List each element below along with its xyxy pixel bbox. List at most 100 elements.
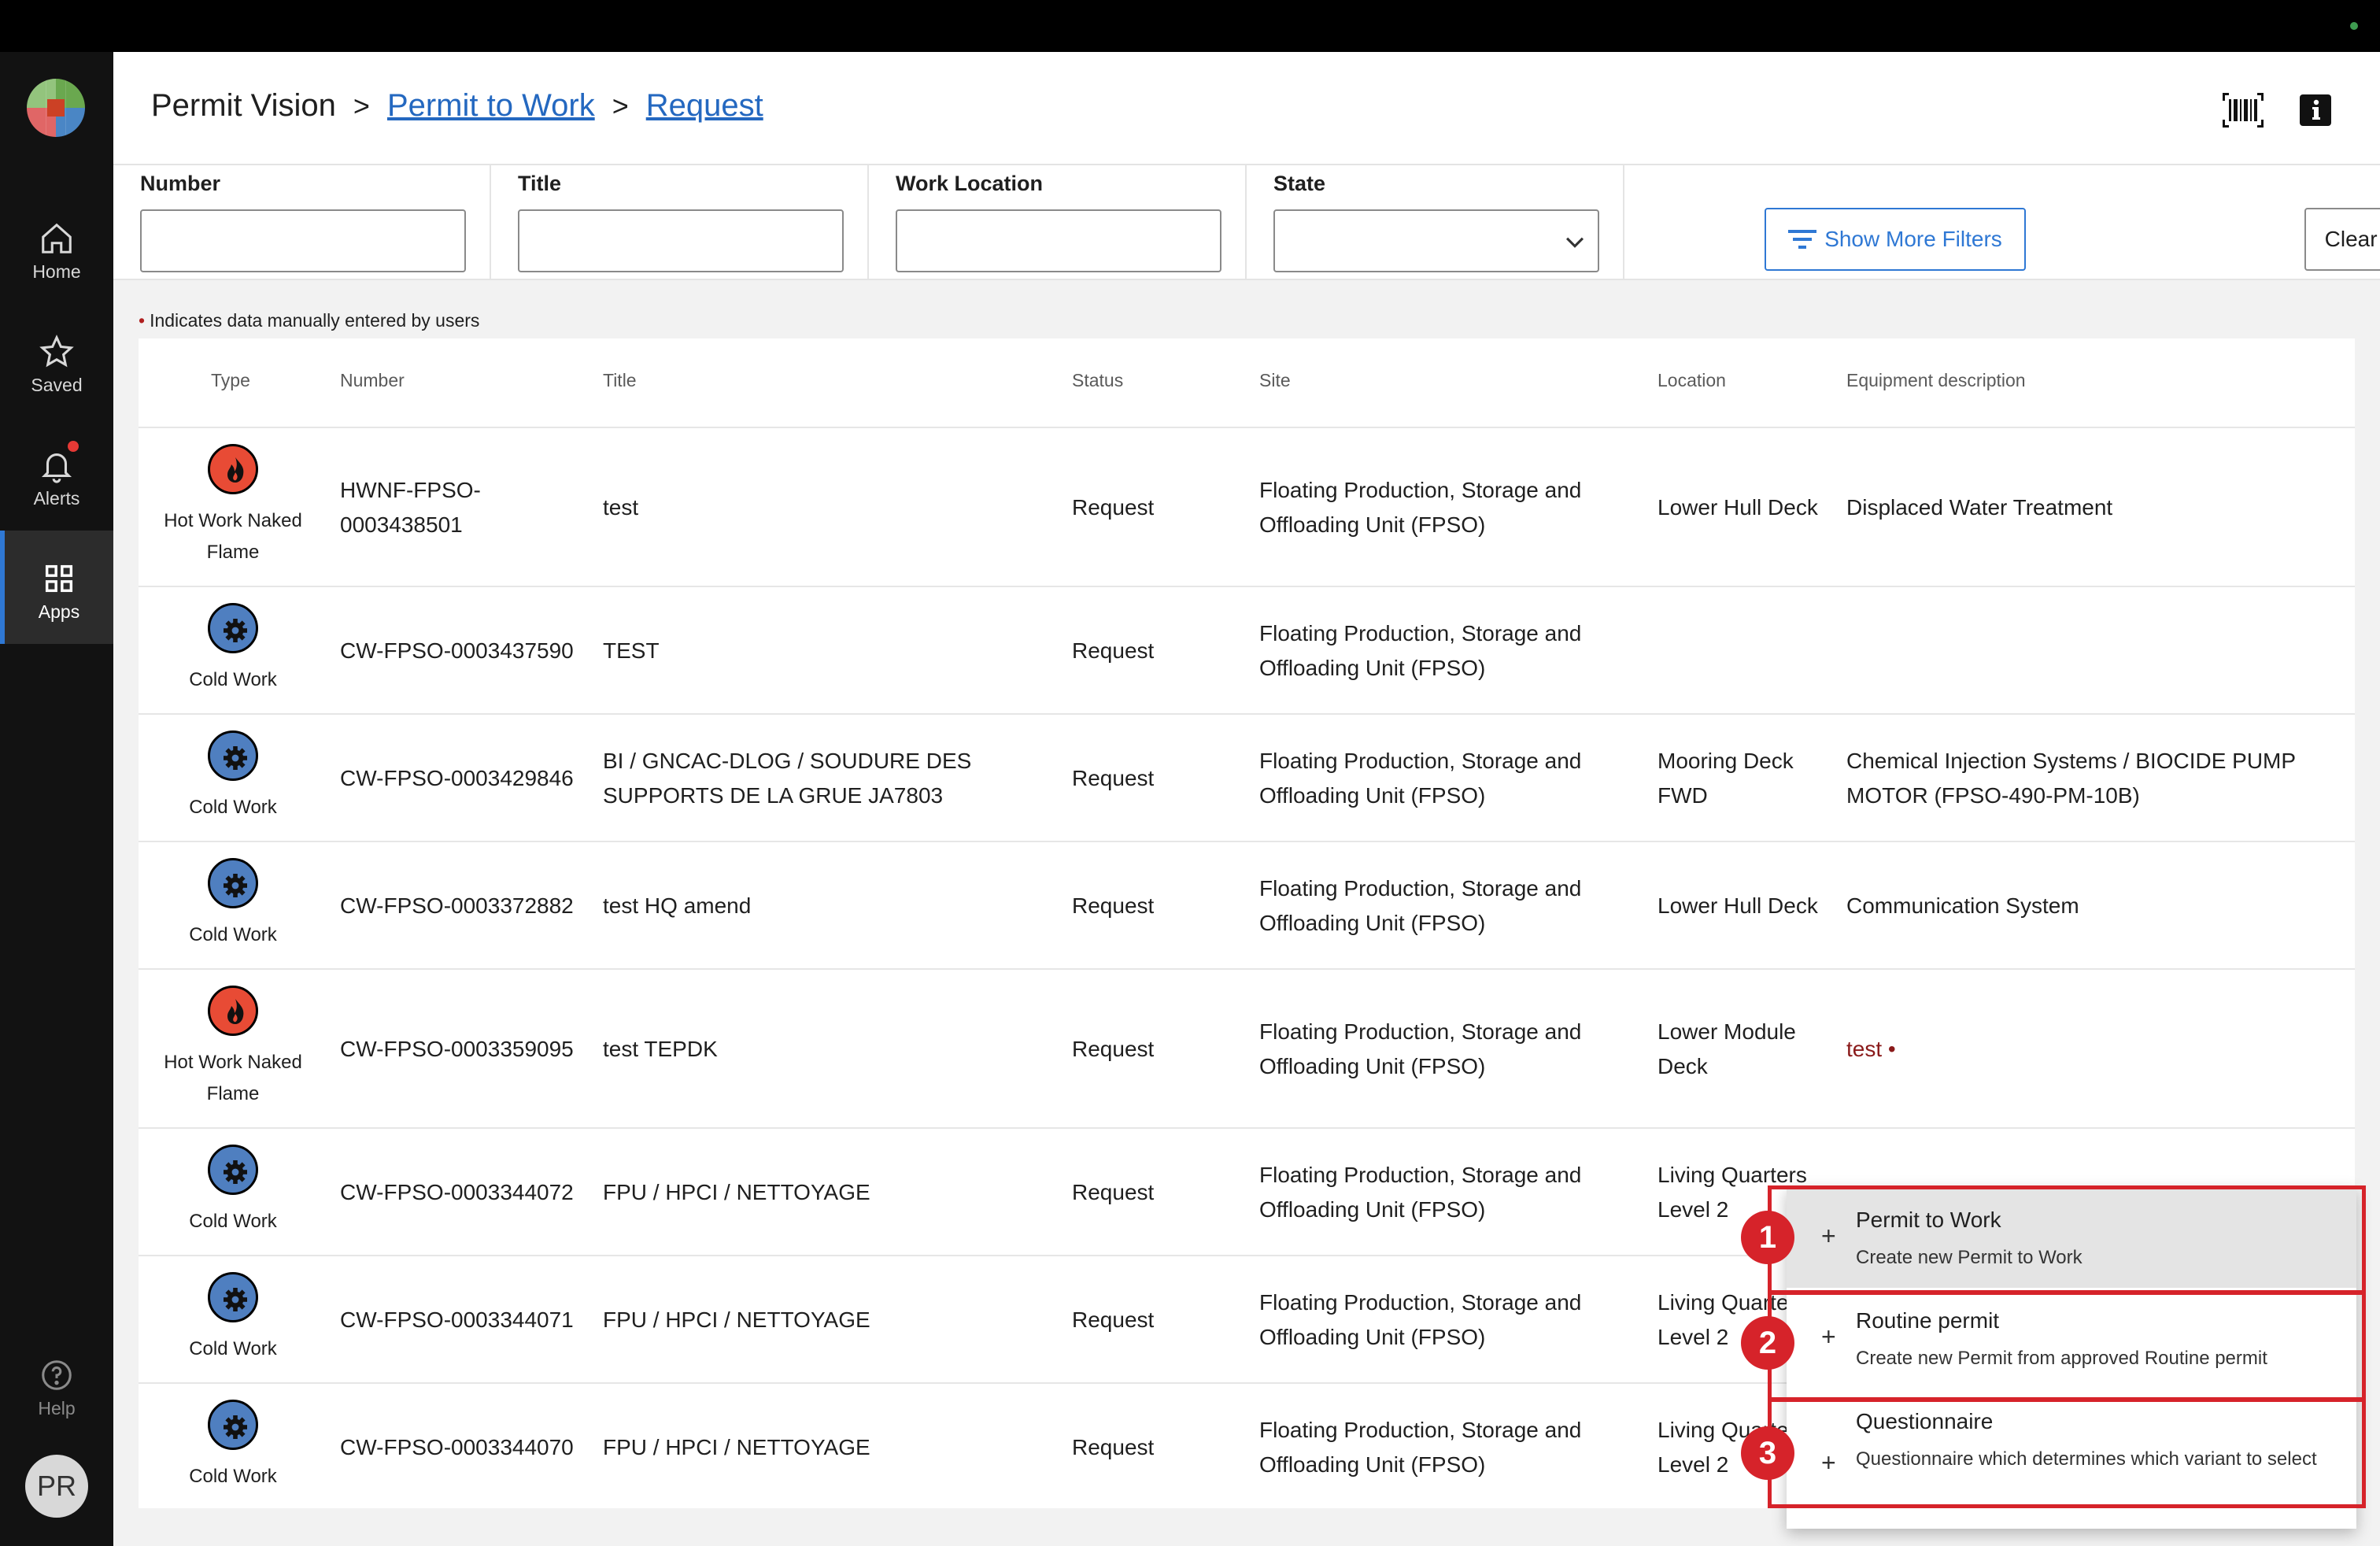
column-header-equipment[interactable]: Equipment description <box>1846 370 2026 391</box>
gear-icon <box>208 1272 258 1322</box>
number-cell: CW-FPSO-0003344071 <box>340 1285 584 1355</box>
annotation-badge-2: 2 <box>1741 1316 1794 1370</box>
nav-saved[interactable]: Saved <box>0 304 113 417</box>
column-header-location[interactable]: Location <box>1658 370 1726 391</box>
home-icon <box>42 223 72 253</box>
table-row[interactable]: Cold Work CW-FPSO-0003429846 BI / GNCAC-D… <box>139 715 2355 842</box>
location-cell-text: Mooring Deck FWD <box>1658 749 1794 808</box>
show-more-filters-button[interactable]: Show More Filters <box>1765 208 2026 271</box>
site-cell-text: Floating Production, Storage and Offload… <box>1259 1290 1582 1349</box>
avatar[interactable]: PR <box>25 1455 88 1518</box>
type-cell: Cold Work <box>139 1145 327 1237</box>
work-location-input[interactable] <box>896 209 1221 272</box>
breadcrumb-separator: > <box>612 89 629 122</box>
status-cell-text: Request <box>1072 495 1155 520</box>
equipment-cell: test • <box>1846 1015 2334 1084</box>
number-cell: CW-FPSO-0003372882 <box>340 871 584 941</box>
number-cell: HWNF-FPSO-0003438501 <box>340 473 584 542</box>
table-row[interactable]: Hot Work Naked Flame CW-FPSO-0003359095 t… <box>139 970 2355 1129</box>
type-label: Hot Work Naked Flame <box>164 510 302 563</box>
alert-dot <box>68 441 79 452</box>
location-cell <box>1658 616 1831 686</box>
state-select[interactable] <box>1273 209 1599 272</box>
annotation-box-2 <box>1768 1291 2366 1401</box>
status-cell: Request <box>1072 473 1229 542</box>
app-logo[interactable] <box>27 79 85 137</box>
location-cell: Mooring Deck FWD <box>1658 744 1831 813</box>
breadcrumb-permit-to-work[interactable]: Permit to Work <box>387 88 595 124</box>
annotation-box-3 <box>1768 1398 2366 1508</box>
site-cell-text: Floating Production, Storage and Offload… <box>1259 621 1582 680</box>
nav-help-label: Help <box>38 1398 76 1418</box>
column-header-site[interactable]: Site <box>1259 370 1291 391</box>
title-cell: test <box>603 473 1044 542</box>
nav-apps[interactable]: Apps <box>0 531 113 644</box>
title-cell-text: FPU / HPCI / NETTOYAGE <box>603 1307 870 1332</box>
device-status-bar <box>0 0 2380 52</box>
number-cell: CW-FPSO-0003344072 <box>340 1158 584 1227</box>
status-cell: Request <box>1072 1285 1229 1355</box>
breadcrumb-request[interactable]: Request <box>646 88 763 124</box>
status-cell: Request <box>1072 1158 1229 1227</box>
title-cell: FPU / HPCI / NETTOYAGE <box>603 1158 1044 1227</box>
clear-search-button[interactable]: Clear search <box>2304 208 2380 271</box>
state-filter-label: State <box>1273 172 1326 195</box>
number-cell-text: CW-FPSO-0003359095 <box>340 1037 574 1061</box>
nav-help[interactable]: Help <box>0 1327 113 1441</box>
column-header-status[interactable]: Status <box>1072 370 1123 391</box>
show-more-filters-label: Show More Filters <box>1824 227 2002 251</box>
gear-icon <box>208 858 258 908</box>
bell-icon <box>41 453 72 483</box>
nav-home[interactable]: Home <box>0 190 113 304</box>
type-label: Hot Work Naked Flame <box>164 1052 302 1104</box>
title-cell-text: test HQ amend <box>603 893 752 918</box>
site-cell: Floating Production, Storage and Offload… <box>1259 744 1621 813</box>
number-cell-text: CW-FPSO-0003344071 <box>340 1307 574 1332</box>
title-cell-text: BI / GNCAC-DLOG / SOUDURE DES SUPPORTS D… <box>603 749 972 808</box>
info-button[interactable] <box>2295 90 2336 131</box>
site-cell-text: Floating Production, Storage and Offload… <box>1259 1163 1582 1222</box>
equipment-cell <box>1846 616 2334 686</box>
column-header-number[interactable]: Number <box>340 370 405 391</box>
site-cell-text: Floating Production, Storage and Offload… <box>1259 1418 1582 1477</box>
manual-entry-legend: • Indicates data manually entered by user… <box>139 310 479 331</box>
title-cell-text: test <box>603 495 639 520</box>
equipment-cell: Chemical Injection Systems / BIOCIDE PUM… <box>1846 744 2334 813</box>
table-row[interactable]: Hot Work Naked Flame HWNF-FPSO-000343850… <box>139 428 2355 587</box>
number-input[interactable] <box>140 209 466 272</box>
title-cell: FPU / HPCI / NETTOYAGE <box>603 1413 1044 1482</box>
type-label: Cold Work <box>189 1466 277 1487</box>
site-cell: Floating Production, Storage and Offload… <box>1259 616 1621 686</box>
camera-indicator <box>2350 22 2358 30</box>
table-row[interactable]: Cold Work CW-FPSO-0003437590 TEST Request F… <box>139 587 2355 715</box>
title-cell-text: FPU / HPCI / NETTOYAGE <box>603 1180 870 1204</box>
site-cell-text: Floating Production, Storage and Offload… <box>1259 749 1582 808</box>
number-cell: CW-FPSO-0003359095 <box>340 1015 584 1084</box>
location-cell-text: Lower Hull Deck <box>1658 893 1818 918</box>
type-cell: Cold Work <box>139 1400 327 1492</box>
nav-alerts[interactable]: Alerts <box>0 417 113 531</box>
type-label: Cold Work <box>189 669 277 690</box>
location-cell-text: Lower Hull Deck <box>1658 495 1818 520</box>
column-header-title[interactable]: Title <box>603 370 637 391</box>
type-cell: Hot Work Naked Flame <box>139 986 327 1110</box>
nav-home-label: Home <box>32 261 81 282</box>
breadcrumb-app: Permit Vision <box>151 88 336 123</box>
title-input[interactable] <box>518 209 844 272</box>
title-cell: test TEPDK <box>603 1015 1044 1084</box>
flame-icon <box>208 444 258 494</box>
column-header-type[interactable]: Type <box>211 370 250 391</box>
site-cell-text: Floating Production, Storage and Offload… <box>1259 1019 1582 1078</box>
status-cell-text: Request <box>1072 893 1155 918</box>
gear-icon <box>208 1145 258 1195</box>
number-cell-text: CW-FPSO-0003344070 <box>340 1435 574 1459</box>
status-cell: Request <box>1072 871 1229 941</box>
status-cell: Request <box>1072 616 1229 686</box>
equipment-cell-text: Communication System <box>1846 893 2079 918</box>
site-cell: Floating Production, Storage and Offload… <box>1259 871 1621 941</box>
grid-icon <box>45 564 73 593</box>
table-row[interactable]: Cold Work CW-FPSO-0003372882 test HQ amen… <box>139 842 2355 970</box>
side-navigation: Home Saved Alerts Apps Help PR <box>0 52 113 1546</box>
number-cell: CW-FPSO-0003437590 <box>340 616 584 686</box>
barcode-scan-button[interactable] <box>2223 90 2264 131</box>
